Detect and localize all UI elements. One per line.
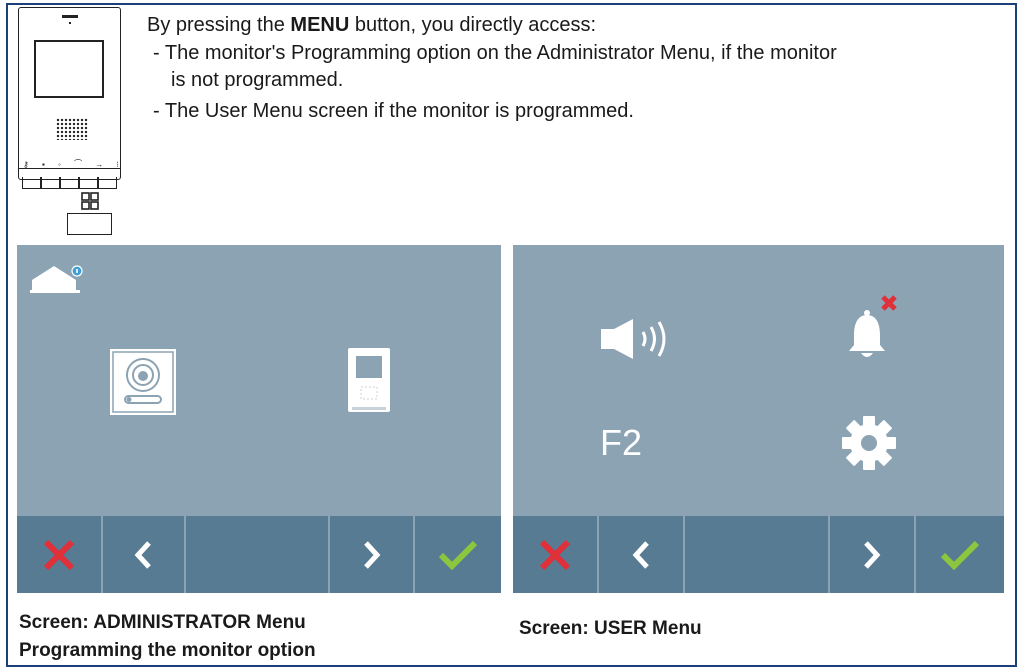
- close-icon: [539, 539, 571, 570]
- bullet-1: - The monitor's Programming option on th…: [153, 42, 837, 64]
- device-keys: [22, 177, 117, 189]
- device-key: [22, 177, 41, 189]
- user-navbar: [513, 516, 1004, 593]
- lead-text-end: button, you directly access:: [349, 14, 597, 36]
- settings-gear-icon: [842, 416, 896, 470]
- chevron-left-icon: [135, 540, 152, 569]
- home-info-icon: [30, 265, 83, 293]
- navbar-empty-slot: [186, 516, 327, 593]
- user-screen: F2: [513, 245, 1004, 593]
- bullet-2: - The User Menu screen if the monitor is…: [153, 100, 634, 122]
- confirm-button[interactable]: [415, 516, 501, 593]
- bell-muted-icon: [849, 295, 897, 357]
- intro-text: By pressing the MENU button, you directl…: [147, 12, 1007, 125]
- device-key: [79, 177, 98, 189]
- device-key: [41, 177, 60, 189]
- admin-caption-line2: Programming the monitor option: [19, 640, 316, 661]
- close-icon: [43, 539, 74, 570]
- camera-dot: [69, 22, 71, 24]
- camera-bar: [62, 15, 78, 18]
- user-caption: Screen: USER Menu: [519, 618, 702, 639]
- cancel-button[interactable]: [17, 516, 101, 593]
- menu-grid-icon: [81, 192, 99, 210]
- chevron-right-icon: [864, 540, 881, 569]
- intro-lead: By pressing the MENU button, you directl…: [147, 12, 1007, 39]
- admin-navbar: [17, 516, 501, 593]
- menu-key: [67, 213, 112, 235]
- device-key: [60, 177, 79, 189]
- previous-button[interactable]: [103, 516, 185, 593]
- menu-bold: MENU: [290, 14, 350, 36]
- device-screen: [34, 40, 104, 98]
- speaker-volume-icon: [601, 319, 666, 359]
- navbar-empty-slot: [685, 516, 828, 593]
- cancel-button[interactable]: [513, 516, 597, 593]
- chevron-left-icon: [632, 540, 649, 569]
- frame-top-line: [147, 3, 472, 5]
- lead-text: By pressing the: [147, 14, 291, 36]
- admin-caption-line1: Screen: ADMINISTRATOR Menu: [19, 612, 306, 633]
- monitor-icon: [348, 348, 390, 412]
- door-panel-icon: [110, 349, 176, 415]
- next-button[interactable]: [830, 516, 914, 593]
- next-button[interactable]: [330, 516, 414, 593]
- device-key: [98, 177, 117, 189]
- chevron-right-icon: [363, 540, 380, 569]
- previous-button[interactable]: [599, 516, 683, 593]
- check-icon: [940, 540, 980, 570]
- speaker-grille: [56, 118, 88, 140]
- admin-caption: Screen: ADMINISTRATOR Menu Programming t…: [19, 609, 316, 665]
- admin-screen: [17, 245, 501, 593]
- monitor-device-illustration: ⚷ ▪ ◦ ⌒ → ⁝: [18, 7, 121, 180]
- f2-label: F2: [600, 422, 643, 463]
- bullet-1-cont: is not programmed.: [171, 69, 344, 91]
- check-icon: [439, 540, 478, 570]
- confirm-button[interactable]: [916, 516, 1004, 593]
